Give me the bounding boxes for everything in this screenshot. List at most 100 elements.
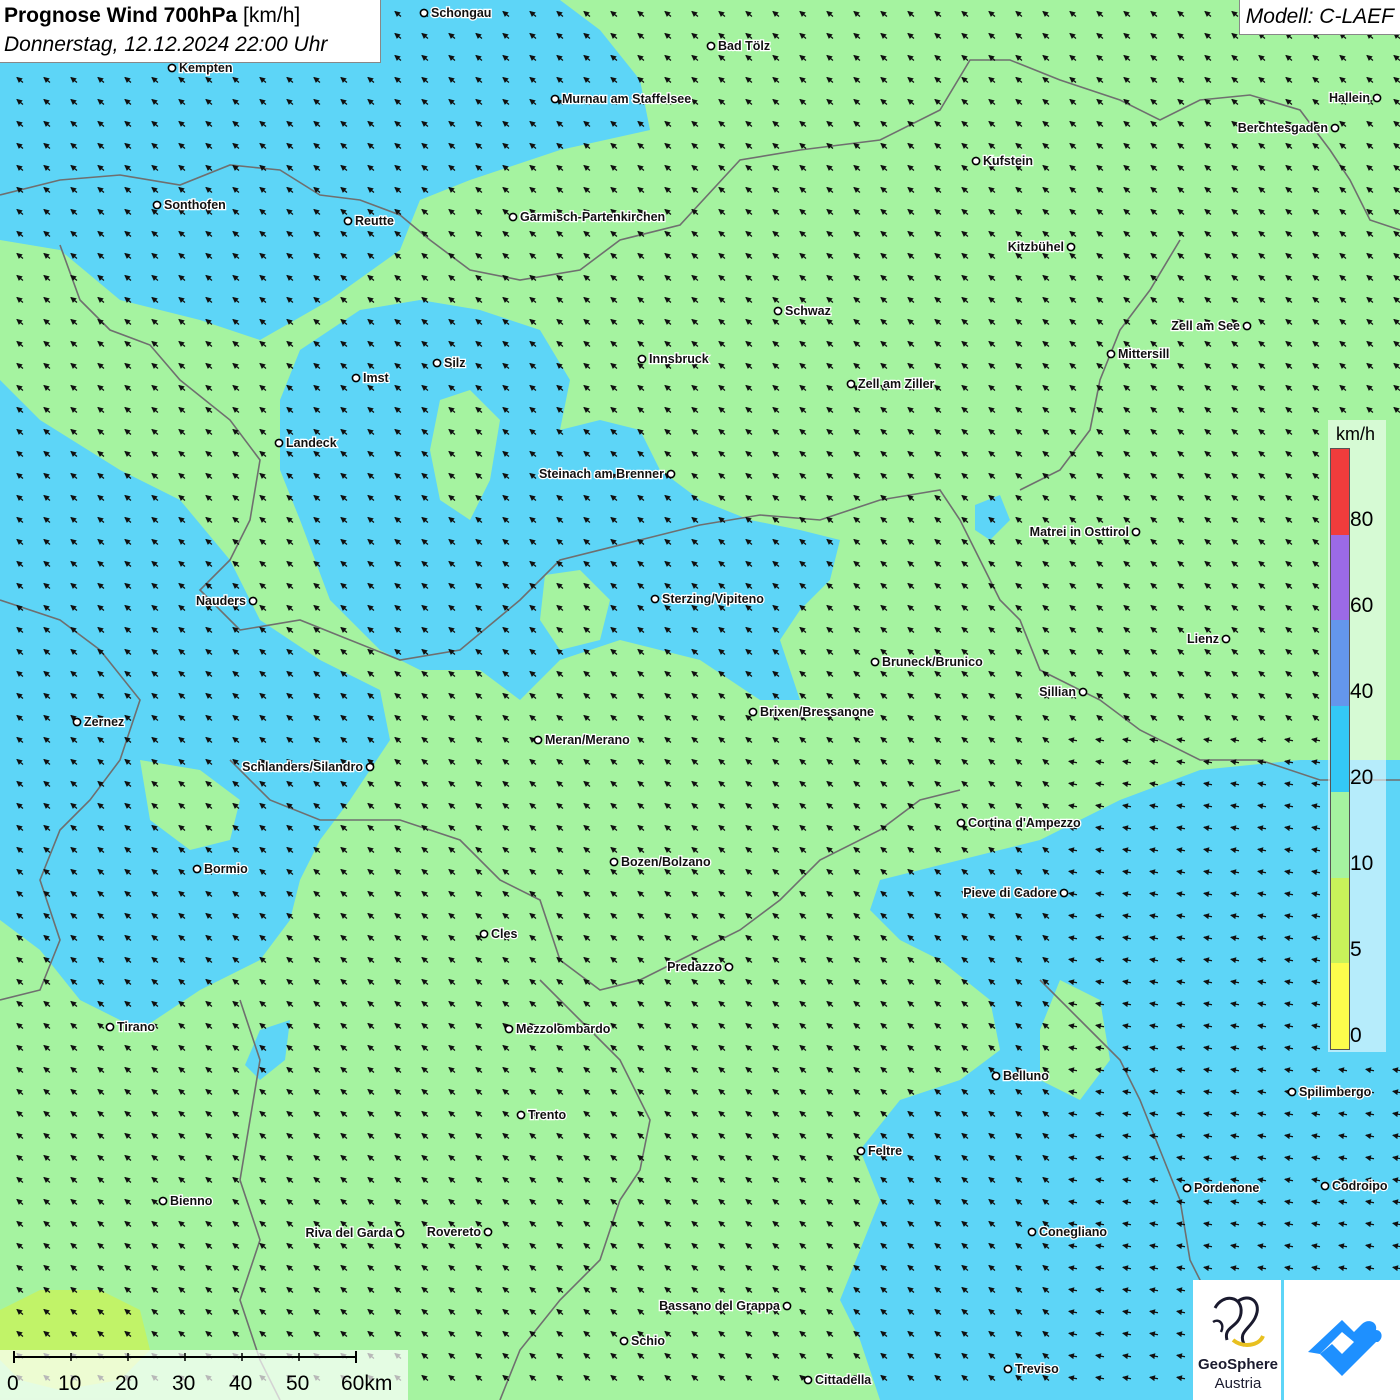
town-marker [773, 306, 783, 316]
town-marker [516, 1110, 526, 1120]
town-label: Tirano [117, 1020, 155, 1034]
town-marker [479, 929, 489, 939]
town-label: Kempten [179, 61, 232, 75]
title-main: Prognose Wind 700hPa [4, 4, 238, 27]
town-marker [724, 962, 734, 972]
town-marker [666, 469, 676, 479]
town-marker [365, 762, 375, 772]
town-marker [706, 41, 716, 51]
town-label: Codroipo [1332, 1179, 1388, 1193]
town-marker [432, 358, 442, 368]
town-label: Pordenone [1194, 1181, 1259, 1195]
legend-label-10: 10 [1350, 852, 1374, 875]
town-label: Zernez [84, 715, 124, 729]
town-label: Cortina d'Ampezzo [968, 816, 1081, 830]
town-marker [504, 1024, 514, 1034]
town-label: Sillian [1039, 685, 1076, 699]
town-label: Belluno [1003, 1069, 1049, 1083]
town-label: Garmisch-Partenkirchen [520, 210, 665, 224]
town-label: Bruneck/Brunico [882, 655, 983, 669]
town-marker [1131, 527, 1141, 537]
legend-bin-0-5 [1331, 963, 1349, 1049]
town-marker [1066, 242, 1076, 252]
town-label: Predazzo [667, 960, 722, 974]
town-marker [508, 212, 518, 222]
town-label: Rovereto [427, 1225, 482, 1239]
legend-bin-40-60 [1331, 620, 1349, 707]
town-label: Zell am See [1171, 319, 1240, 333]
town-label: Silz [444, 356, 466, 370]
geosphere-name: GeoSphere [1197, 1356, 1279, 1373]
town-label: Murnau am Staffelsee [562, 92, 691, 106]
town-label: Schongau [431, 6, 491, 20]
town-label: Pieve di Cadore [963, 886, 1057, 900]
town-label: Schio [631, 1334, 665, 1348]
legend-bin-20-40 [1331, 706, 1349, 792]
town-marker [1287, 1087, 1297, 1097]
town-marker [1182, 1183, 1192, 1193]
town-label: Steinach am Brenner [539, 467, 664, 481]
town-label: Bienno [170, 1194, 213, 1208]
weather-app-logo[interactable] [1284, 1280, 1400, 1400]
town-label: Trento [528, 1108, 567, 1122]
town-marker [870, 657, 880, 667]
town-marker [158, 1196, 168, 1206]
town-marker [550, 94, 560, 104]
town-marker [1372, 93, 1382, 103]
town-label: Mezzolombardo [516, 1022, 611, 1036]
wind-map: Schongau Bad Tölz Kempten Murnau am Staffel… [0, 0, 1400, 1400]
town-label: Reutte [355, 214, 394, 228]
town-label: Lienz [1187, 632, 1219, 646]
town-label: Schlanders/Silandro [242, 760, 363, 774]
town-marker [72, 717, 82, 727]
town-marker [152, 200, 162, 210]
town-label: Conegliano [1039, 1225, 1107, 1239]
legend-label-20: 20 [1350, 766, 1374, 789]
town-label: Sterzing/Vipiteno [662, 592, 764, 606]
town-label: Zell am Ziller [858, 377, 935, 391]
town-marker [991, 1071, 1001, 1081]
town-marker [1059, 888, 1069, 898]
legend-bin-5-10 [1331, 877, 1349, 964]
map-canvas: Schongau Bad Tölz Kempten Murnau am Staffel… [0, 0, 1400, 1400]
town-label: Matrei in Osttirol [1030, 525, 1129, 539]
map-title: Prognose Wind 700hPa [km/h] [4, 4, 300, 28]
legend-label-0: 0 [1350, 1024, 1362, 1047]
town-label: Brixen/Bressanone [760, 705, 874, 719]
scale-label-30: 30 [172, 1372, 196, 1395]
town-label: Kitzbühel [1008, 240, 1064, 254]
town-marker [619, 1336, 629, 1346]
legend-label-5: 5 [1350, 938, 1362, 961]
town-marker [192, 864, 202, 874]
town-marker [782, 1301, 792, 1311]
scale-label-10: 10 [58, 1372, 82, 1395]
scale-label-60km: 60km [341, 1372, 393, 1395]
legend-color-bar [1330, 448, 1350, 1050]
geosphere-swirl-icon [1212, 1296, 1265, 1347]
town-label: Bormio [204, 862, 248, 876]
town-marker [971, 156, 981, 166]
town-marker [1221, 634, 1231, 644]
legend-bin-60-80 [1331, 534, 1349, 621]
town-label: Imst [363, 371, 390, 385]
scale-label-0: 0 [7, 1372, 19, 1395]
town-label: Meran/Merano [545, 733, 630, 747]
town-marker [1320, 1181, 1330, 1191]
town-marker [856, 1146, 866, 1156]
town-marker [419, 8, 429, 18]
town-label: Cittadella [815, 1373, 872, 1387]
town-marker [1027, 1227, 1037, 1237]
town-marker [1330, 123, 1340, 133]
town-marker [803, 1375, 813, 1385]
title-box: Prognose Wind 700hPa [km/h] Donnerstag, … [0, 0, 381, 63]
town-label: Kufstein [983, 154, 1033, 168]
town-marker [609, 857, 619, 867]
scale-label-40: 40 [229, 1372, 253, 1395]
town-label: Innsbruck [649, 352, 709, 366]
town-marker [1078, 687, 1088, 697]
town-marker [105, 1022, 115, 1032]
town-label: Hallein [1329, 91, 1370, 105]
town-marker [274, 438, 284, 448]
town-marker [1242, 321, 1252, 331]
legend-label-80: 80 [1350, 508, 1374, 531]
